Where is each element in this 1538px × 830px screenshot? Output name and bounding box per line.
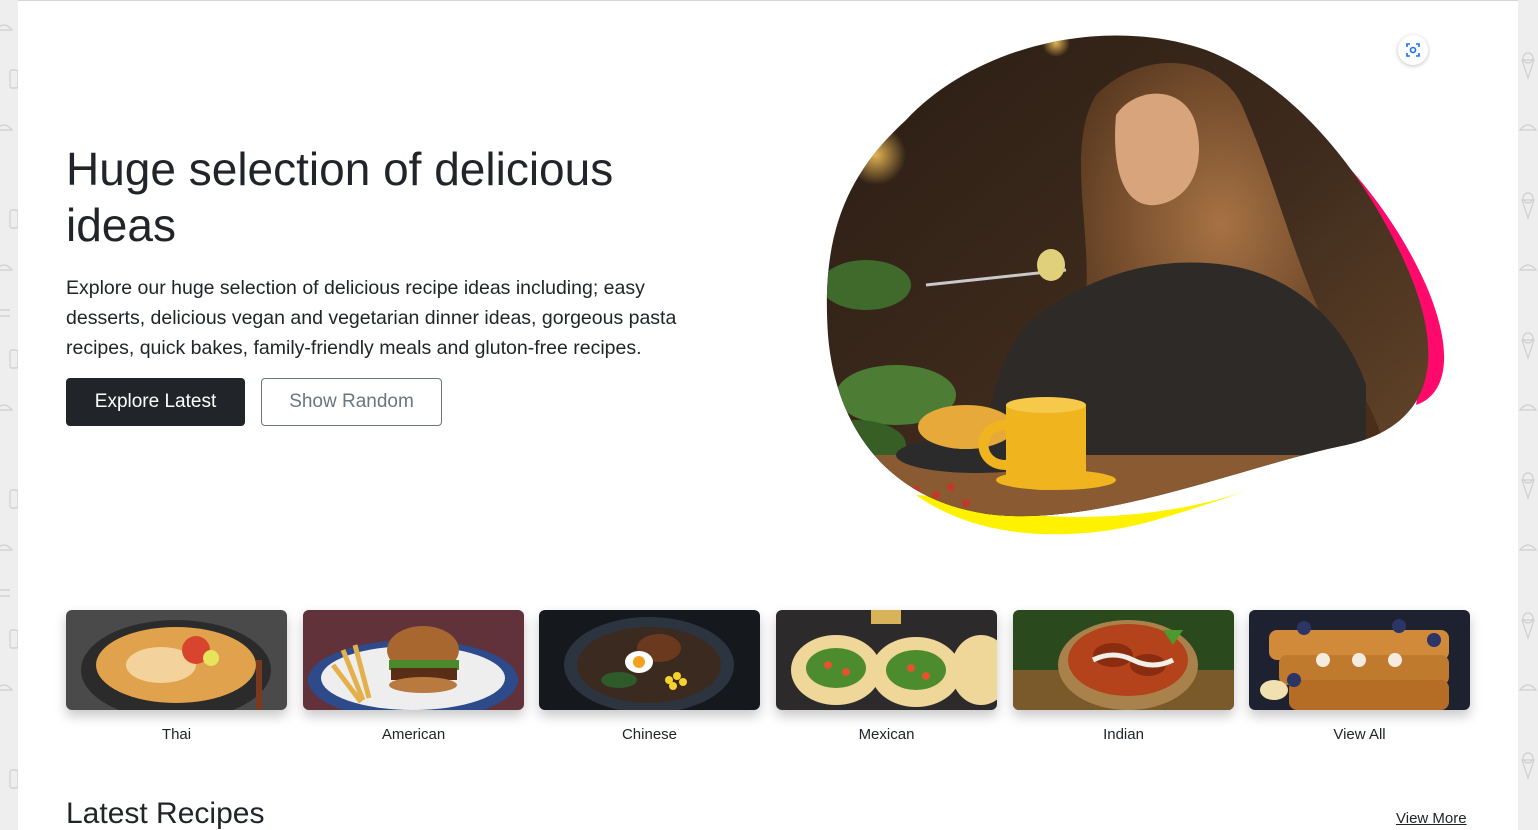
category-mexican-image [776, 610, 997, 710]
category-indian-image [1013, 610, 1234, 710]
category-thai-image [66, 610, 287, 710]
page-container: Huge selection of delicious ideas Explor… [18, 0, 1518, 830]
category-label: Mexican [858, 726, 915, 743]
visual-search-icon [1406, 43, 1420, 57]
category-list: Thai American Chinese Mexican Indian Vie… [66, 610, 1470, 750]
visual-search-button[interactable] [1398, 35, 1428, 65]
category-label: American [381, 726, 446, 743]
category-view-all[interactable]: View All [1249, 610, 1470, 743]
category-american[interactable]: American [303, 610, 524, 743]
background-pattern-left [0, 0, 18, 830]
category-label: View All [1333, 726, 1386, 743]
category-mexican[interactable]: Mexican [776, 610, 997, 743]
category-label: Thai [161, 726, 192, 743]
category-indian[interactable]: Indian [1013, 610, 1234, 743]
hero-image [826, 35, 1445, 535]
category-thai[interactable]: Thai [66, 610, 287, 743]
view-more-link[interactable]: View More [1396, 810, 1467, 827]
category-view-all-image [1249, 610, 1470, 710]
hero-description: Explore our huge selection of delicious … [66, 277, 677, 359]
latest-recipes-title: Latest Recipes [66, 797, 265, 830]
category-label: Indian [1103, 726, 1144, 743]
category-label: Chinese [621, 726, 678, 743]
category-chinese[interactable]: Chinese [539, 610, 760, 743]
show-random-button[interactable]: Show Random [261, 378, 442, 426]
category-chinese-image [539, 610, 760, 710]
explore-latest-button[interactable]: Explore Latest [66, 378, 245, 426]
category-american-image [303, 610, 524, 710]
hero-title: Huge selection of delicious ideas [66, 143, 614, 251]
background-pattern-right [1518, 0, 1538, 830]
